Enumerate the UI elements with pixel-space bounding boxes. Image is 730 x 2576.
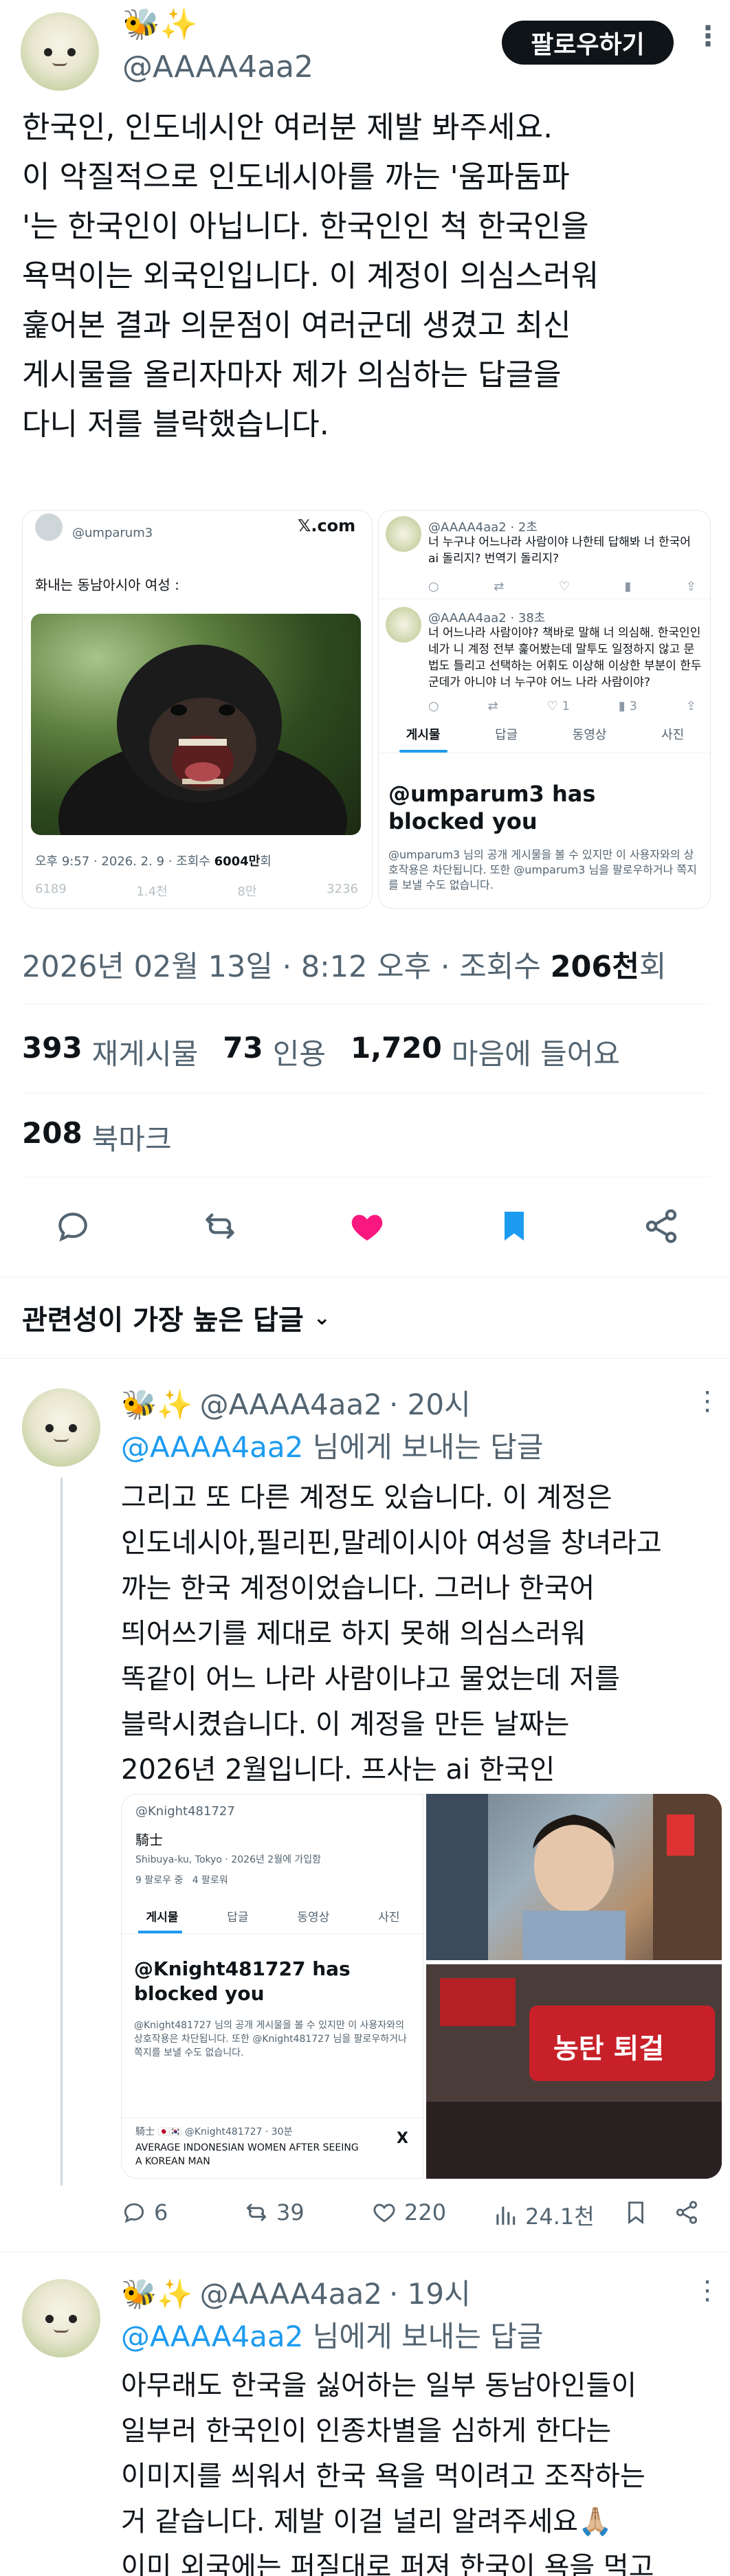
reply1-like-action[interactable]: 220 bbox=[371, 2199, 446, 2225]
reply-text-1: 너 누구냐 어느나라 사람이야 나한테 답해봐 너 한국어 ai 돌리지? 번역… bbox=[428, 535, 691, 566]
knight-tabs: 게시물 답글 동영상 사진 bbox=[146, 1911, 400, 1924]
embedded-avatar bbox=[35, 513, 63, 541]
embedded-like-count: 8만 bbox=[237, 885, 257, 899]
reply1-bookmark-icon[interactable] bbox=[623, 2199, 649, 2228]
blocked-title: @umparum3 has blocked you bbox=[388, 781, 596, 834]
embedded-reply-count: 6189 bbox=[35, 882, 67, 896]
x-logo: 𝕏.com bbox=[298, 516, 356, 535]
likes-label[interactable]: 마음에 들어요 bbox=[452, 1031, 620, 1073]
reply2-to-handle[interactable]: @AAAA4aa2 bbox=[121, 2320, 303, 2353]
reply-handle-1: @AAAA4aa2 · 2초 bbox=[428, 520, 538, 535]
embedded-bookmark-count: 3236 bbox=[327, 882, 358, 896]
engagement-stats: 393 재게시물 73 인용 1,720 마음에 들어요 bbox=[22, 1031, 620, 1073]
reply1-repost-action[interactable]: 39 bbox=[243, 2199, 305, 2225]
replies-sort-dropdown[interactable]: 관련성이 가장 높은 답글 ⌄ bbox=[22, 1298, 331, 1337]
view-count: 206천 bbox=[550, 950, 639, 984]
post-image-left[interactable]: @umparum3 𝕏.com 화내는 동남아시아 여성 : 오후 9:57 ·… bbox=[22, 510, 373, 909]
author-avatar[interactable] bbox=[21, 12, 99, 91]
embedded-repost-count: 1.4천 bbox=[136, 885, 168, 899]
share-icon[interactable] bbox=[642, 1207, 681, 1248]
reply1-more-icon[interactable]: ⋮ bbox=[694, 1386, 720, 1416]
blocked-body: @umparum3 님의 공개 게시물을 볼 수 있지만 이 사용자와의 상호작… bbox=[388, 848, 697, 891]
reply-handle-2: @AAAA4aa2 · 38초 bbox=[428, 611, 546, 625]
embedded-caption: 화내는 동남아시아 여성 : bbox=[35, 577, 179, 593]
knight-blocked-title: @Knight481727 has blocked you bbox=[134, 1957, 351, 2005]
display-name-emoji[interactable]: 🐝✨ bbox=[122, 10, 198, 40]
reply2-header: 🐝✨ @AAAA4aa2 · 19시 bbox=[121, 2271, 471, 2313]
reply-actions-1: ○ ⇄ ♡ ▮ ⇪ bbox=[428, 579, 696, 594]
bookmarks-count: 208 bbox=[22, 1116, 82, 1150]
reply-avatar-2 bbox=[386, 607, 421, 643]
bookmarks-label: 북마크 bbox=[91, 1122, 172, 1156]
chevron-down-icon: ⌄ bbox=[313, 1305, 331, 1330]
reply1-reply-action[interactable]: 6 bbox=[121, 2199, 168, 2225]
street-sign-text: 농탄 퇴걸 bbox=[553, 2033, 665, 2065]
tab-replies: 답글 bbox=[495, 728, 518, 742]
embedded-timestamp: 오후 9:57 · 2026. 2. 9 · 조회수 6004만회 bbox=[35, 854, 272, 869]
more-options-icon[interactable]: ⋮ bbox=[694, 21, 722, 52]
reply-avatar-1 bbox=[386, 516, 421, 552]
knight-meta: Shibuya-ku, Tokyo · 2026년 2월에 가입함 bbox=[135, 1854, 322, 1865]
bookmarks-stat: 208 북마크 bbox=[22, 1116, 172, 1158]
bookmark-icon[interactable] bbox=[495, 1207, 533, 1248]
reply2-time[interactable]: · 19시 bbox=[389, 2271, 471, 2313]
reply2-emoji[interactable]: 🐝✨ bbox=[121, 2277, 193, 2311]
reply1-image-left[interactable]: @Knight481727 騎士 Shibuya-ku, Tokyo · 202… bbox=[121, 1794, 423, 2179]
knight-tweet-text: AVERAGE INDONESIAN WOMEN AFTER SEEING A … bbox=[135, 2142, 359, 2167]
reposts-label[interactable]: 재게시물 bbox=[92, 1031, 199, 1073]
post-text: 한국인, 인도네시안 여러분 제발 봐주세요. 이 악질적으로 인도네시아를 까… bbox=[22, 110, 599, 442]
knight-tweet-header: 騎士 🇯🇵🇰🇷 @Knight481727 · 30분 bbox=[135, 2127, 293, 2138]
reply1-emoji[interactable]: 🐝✨ bbox=[121, 1388, 193, 1422]
repost-icon[interactable] bbox=[201, 1207, 239, 1248]
replies-sort-label: 관련성이 가장 높은 답글 bbox=[22, 1304, 304, 1336]
reply1-time[interactable]: · 20시 bbox=[389, 1381, 471, 1423]
knight-handle-top: @Knight481727 bbox=[135, 1804, 235, 1819]
reply2-text: 아무래도 한국을 싫어하는 일부 동남아인들이 일부러 한국인이 인종차별을 심… bbox=[121, 2370, 654, 2576]
reply1-header: 🐝✨ @AAAA4aa2 · 20시 bbox=[121, 1381, 471, 1423]
like-icon[interactable] bbox=[348, 1207, 386, 1248]
thread-line bbox=[60, 1478, 63, 2186]
reply2-avatar[interactable] bbox=[22, 2279, 100, 2357]
reply1-image-street[interactable]: 농탄 퇴걸 bbox=[426, 1964, 722, 2179]
reply1-to-handle[interactable]: @AAAA4aa2 bbox=[121, 1430, 303, 1464]
follow-button[interactable]: 팔로우하기 bbox=[502, 21, 674, 65]
reply2-replying-to: @AAAA4aa2 님에게 보내는 답글 bbox=[121, 2320, 544, 2353]
x-logo-small: X bbox=[397, 2130, 408, 2147]
profile-tabs: 게시물 답글 동영상 사진 bbox=[379, 725, 710, 743]
quotes-count[interactable]: 73 bbox=[223, 1031, 263, 1073]
tab-photos: 사진 bbox=[661, 728, 685, 742]
reply-text-2: 너 어느나라 사람이야? 책바로 말해 너 의심해. 한국인인 네가 니 계정 … bbox=[428, 626, 702, 689]
reply1-view-count: 24.1천 bbox=[525, 2203, 595, 2230]
knight-blocked-body: @Knight481727 님의 공개 게시물을 볼 수 있지만 이 사용자와의… bbox=[134, 2020, 407, 2058]
reply1-repost-count: 39 bbox=[276, 2199, 305, 2225]
reply1-replying-to: @AAAA4aa2 님에게 보내는 답글 bbox=[121, 1430, 544, 1464]
reply1-reply-count: 6 bbox=[154, 2199, 168, 2225]
reply1-like-count: 220 bbox=[404, 2199, 447, 2225]
reply1-image-portrait[interactable] bbox=[426, 1794, 722, 1960]
likes-count[interactable]: 1,720 bbox=[351, 1031, 442, 1073]
reply2-handle[interactable]: @AAAA4aa2 bbox=[200, 2277, 382, 2311]
reply1-avatar[interactable] bbox=[22, 1388, 100, 1467]
reply1-share-icon[interactable] bbox=[674, 2199, 700, 2228]
chimpanzee-image bbox=[31, 614, 361, 835]
post-timestamp: 2026년 02월 13일 · 8:12 오후 · 조회수 206천회 bbox=[22, 950, 667, 984]
author-handle[interactable]: @AAAA4aa2 bbox=[122, 49, 313, 85]
reply2-more-icon[interactable]: ⋮ bbox=[694, 2275, 720, 2305]
reply1-views-action[interactable]: 24.1천 bbox=[492, 2199, 595, 2231]
reply1-text: 그리고 또 다른 계정도 있습니다. 이 계정은 인도네시아,필리핀,말레이시아… bbox=[121, 1482, 662, 1786]
reply1-handle[interactable]: @AAAA4aa2 bbox=[200, 1388, 382, 1421]
reply-icon[interactable] bbox=[54, 1207, 92, 1248]
reposts-count[interactable]: 393 bbox=[22, 1031, 82, 1073]
tab-videos: 동영상 bbox=[572, 728, 607, 742]
embedded-actions: 6189 1.4천 8만 3236 bbox=[35, 882, 358, 900]
knight-name: 騎士 bbox=[135, 1832, 163, 1848]
post-image-right[interactable]: @AAAA4aa2 · 2초 너 누구냐 어느나라 사람이야 나한테 답해봐 너… bbox=[378, 510, 711, 909]
embedded-handle: @umparum3 bbox=[72, 526, 153, 540]
quotes-label[interactable]: 인용 bbox=[273, 1031, 326, 1073]
knight-follow-stats: 9 팔로우 중 4 팔로워 bbox=[135, 1875, 228, 1886]
tab-posts: 게시물 bbox=[406, 728, 441, 742]
reply-actions-2: ○ ⇄ ♡ 1 ▮ 3 ⇪ bbox=[428, 699, 696, 713]
